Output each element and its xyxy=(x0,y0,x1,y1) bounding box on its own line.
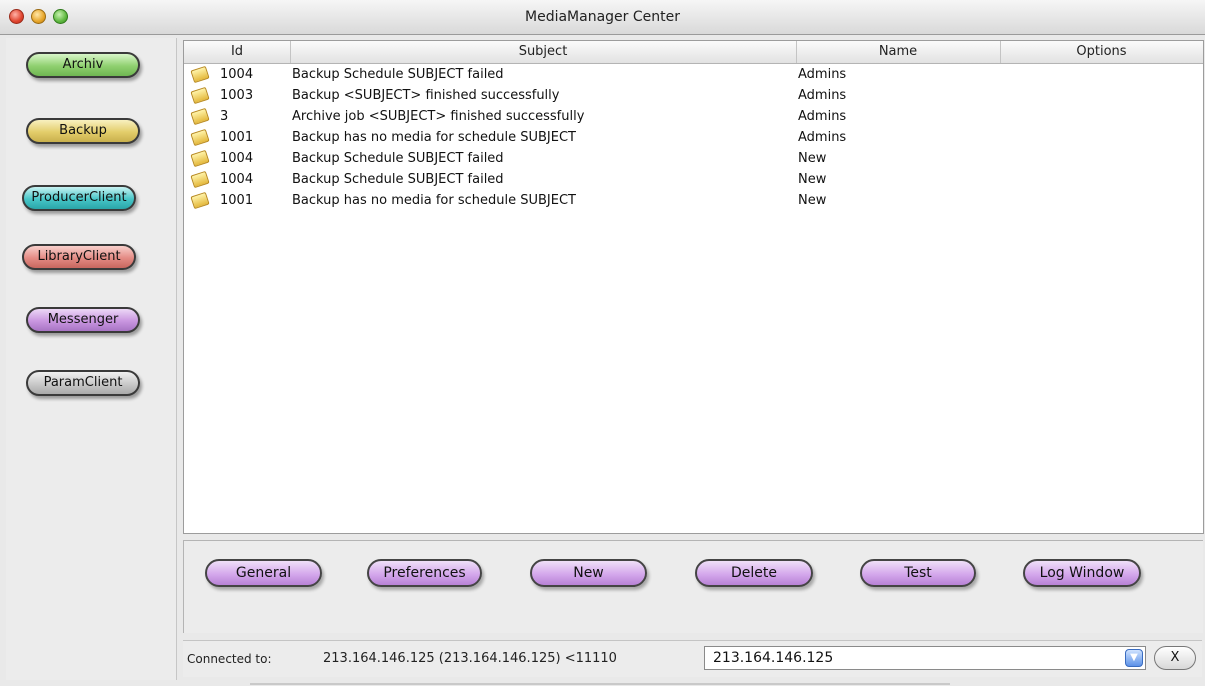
message-icon xyxy=(190,149,210,168)
column-header-id[interactable]: Id xyxy=(202,44,272,59)
window-title: MediaManager Center xyxy=(525,9,680,25)
cell-id: 1003 xyxy=(220,88,254,103)
table-row[interactable]: 1004 Backup Schedule SUBJECT failed New xyxy=(184,149,1203,170)
sidebar-item-messenger[interactable]: Messenger xyxy=(26,307,140,333)
action-button-panel: General Preferences New Delete Test Log … xyxy=(183,540,1203,633)
cell-subject: Backup <SUBJECT> finished successfully xyxy=(292,88,560,103)
cell-subject: Backup Schedule SUBJECT failed xyxy=(292,151,504,166)
connection-info: 213.164.146.125 (213.164.146.125) <11110 xyxy=(323,651,617,666)
cell-name: New xyxy=(798,172,827,187)
message-icon xyxy=(190,191,210,210)
log-window-button[interactable]: Log Window xyxy=(1023,559,1141,587)
cell-id: 1004 xyxy=(220,151,254,166)
table-header: Id Subject Name Options xyxy=(184,41,1203,64)
cell-name: New xyxy=(798,151,827,166)
divider xyxy=(250,683,950,685)
cell-name: Admins xyxy=(798,67,847,82)
cell-subject: Backup has no media for schedule SUBJECT xyxy=(292,193,576,208)
table-row[interactable]: 1004 Backup Schedule SUBJECT failed New xyxy=(184,170,1203,191)
cell-subject: Archive job <SUBJECT> finished successfu… xyxy=(292,109,585,124)
cell-subject: Backup Schedule SUBJECT failed xyxy=(292,172,504,187)
sidebar-item-paramclient[interactable]: ParamClient xyxy=(26,370,140,396)
cell-id: 1001 xyxy=(220,193,254,208)
message-icon xyxy=(190,170,210,189)
column-header-subject[interactable]: Subject xyxy=(290,44,796,59)
table-row[interactable]: 1004 Backup Schedule SUBJECT failed Admi… xyxy=(184,65,1203,86)
cell-id: 1001 xyxy=(220,130,254,145)
sidebar-item-backup[interactable]: Backup xyxy=(26,118,140,144)
title-bar: MediaManager Center xyxy=(0,0,1205,35)
table-row[interactable]: 3 Archive job <SUBJECT> finished success… xyxy=(184,107,1203,128)
main-window: MediaManager Center Archiv Backup Produc… xyxy=(0,0,1205,686)
test-button[interactable]: Test xyxy=(860,559,976,587)
message-icon xyxy=(190,86,210,105)
status-bar: Connected to: 213.164.146.125 (213.164.1… xyxy=(183,640,1202,677)
cell-id: 3 xyxy=(220,109,229,124)
sidebar-item-producerclient[interactable]: ProducerClient xyxy=(22,185,136,211)
general-button[interactable]: General xyxy=(205,559,322,587)
column-header-name[interactable]: Name xyxy=(796,44,1000,59)
cell-name: New xyxy=(798,193,827,208)
dropdown-arrow-icon[interactable]: ▼ xyxy=(1125,649,1143,667)
table-row[interactable]: 1001 Backup has no media for schedule SU… xyxy=(184,191,1203,212)
column-header-options[interactable]: Options xyxy=(1000,44,1203,59)
table-row[interactable]: 1001 Backup has no media for schedule SU… xyxy=(184,128,1203,149)
server-select[interactable]: 213.164.146.125 ▼ xyxy=(704,646,1146,670)
delete-button[interactable]: Delete xyxy=(695,559,813,587)
table-row[interactable]: 1003 Backup <SUBJECT> finished successfu… xyxy=(184,86,1203,107)
message-icon xyxy=(190,128,210,147)
preferences-button[interactable]: Preferences xyxy=(367,559,482,587)
disconnect-button[interactable]: X xyxy=(1154,646,1196,670)
sidebar-item-archiv[interactable]: Archiv xyxy=(26,52,140,78)
cell-id: 1004 xyxy=(220,67,254,82)
cell-id: 1004 xyxy=(220,172,254,187)
sidebar: Archiv Backup ProducerClient LibraryClie… xyxy=(6,38,177,680)
cell-subject: Backup Schedule SUBJECT failed xyxy=(292,67,504,82)
message-icon xyxy=(190,65,210,84)
connected-label: Connected to: xyxy=(187,652,272,666)
cell-subject: Backup has no media for schedule SUBJECT xyxy=(292,130,576,145)
cell-name: Admins xyxy=(798,109,847,124)
server-select-value: 213.164.146.125 xyxy=(713,650,834,666)
message-icon xyxy=(190,107,210,126)
sidebar-item-libraryclient[interactable]: LibraryClient xyxy=(22,244,136,270)
cell-name: Admins xyxy=(798,88,847,103)
messages-table: Id Subject Name Options 1004 Backup Sche… xyxy=(183,40,1204,534)
new-button[interactable]: New xyxy=(530,559,647,587)
cell-name: Admins xyxy=(798,130,847,145)
